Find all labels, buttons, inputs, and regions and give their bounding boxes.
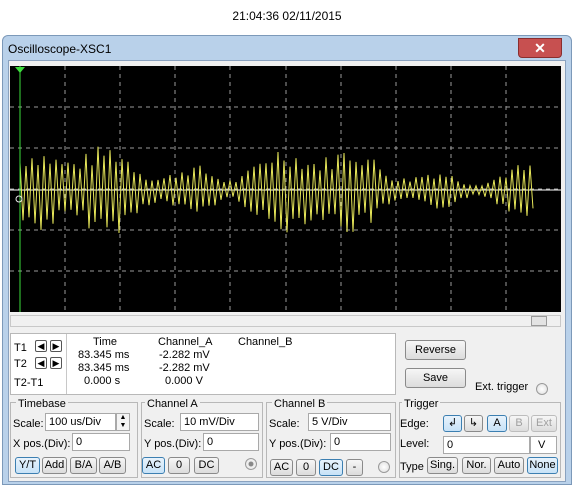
channel-b-ac-button[interactable]: AC bbox=[270, 459, 293, 476]
save-button[interactable]: Save bbox=[405, 368, 466, 388]
time-scrollbar[interactable] bbox=[10, 315, 561, 327]
header-channel-a: Channel_A bbox=[158, 336, 213, 348]
channel-b-ypos-label: Y pos.(Div): bbox=[269, 438, 327, 450]
t1-time: 83.345 ms bbox=[78, 349, 130, 361]
trigger-type-normal-button[interactable]: Nor. bbox=[462, 457, 491, 474]
trigger-type-single-button[interactable]: Sing. bbox=[427, 457, 458, 474]
t2-time: 83.345 ms bbox=[78, 362, 130, 374]
channel-a-ypos-field[interactable]: 0 bbox=[203, 433, 259, 451]
channel-b-invert-button[interactable]: - bbox=[346, 459, 363, 476]
channel-a-scale-field[interactable]: 10 mV/Div bbox=[180, 413, 259, 431]
t2-left-arrow-icon[interactable]: ◀ bbox=[35, 357, 47, 369]
channel-a-ypos-label: Y pos.(Div): bbox=[144, 438, 202, 450]
timebase-title: Timebase bbox=[16, 398, 68, 410]
channel-a-terminal-icon[interactable] bbox=[245, 458, 257, 470]
close-button[interactable]: ✕ bbox=[518, 38, 562, 58]
trigger-source-ext-button[interactable]: Ext bbox=[531, 415, 557, 432]
t2-t1-channel-a: 0.000 V bbox=[165, 375, 203, 387]
falling-edge-icon[interactable]: ↳ bbox=[464, 415, 483, 432]
header-channel-b: Channel_B bbox=[238, 336, 293, 348]
trigger-type-none-button[interactable]: None bbox=[527, 457, 558, 474]
channel-a-ac-button[interactable]: AC bbox=[142, 457, 165, 474]
ext-trigger-terminal[interactable] bbox=[536, 383, 548, 395]
t1-right-arrow-icon[interactable]: ▶ bbox=[50, 340, 62, 352]
trigger-title: Trigger bbox=[402, 398, 441, 410]
channel-a-title: Channel A bbox=[145, 398, 200, 410]
channel-b-scale-field[interactable]: 5 V/Div bbox=[308, 413, 391, 431]
mode-ba-button[interactable]: B/A bbox=[70, 457, 97, 474]
cursor-t1-marker bbox=[15, 67, 25, 73]
timebase-scale-label: Scale: bbox=[13, 418, 44, 430]
channel-a-marker bbox=[15, 195, 23, 203]
channel-b-title: Channel B bbox=[272, 398, 328, 410]
trigger-edge-label: Edge: bbox=[400, 418, 429, 430]
channel-b-ypos-field[interactable]: 0 bbox=[330, 433, 391, 451]
channel-b-dc-button[interactable]: DC bbox=[319, 459, 343, 476]
t1-channel-a: -2.282 mV bbox=[159, 349, 210, 361]
channel-b-scale-label: Scale: bbox=[269, 418, 300, 430]
readout-separator bbox=[66, 334, 67, 394]
trigger-source-a-button[interactable]: A bbox=[487, 415, 507, 432]
trigger-type-auto-button[interactable]: Auto bbox=[494, 457, 524, 474]
oscilloscope-screen bbox=[10, 66, 561, 312]
channel-b-zero-button[interactable]: 0 bbox=[296, 459, 316, 476]
timestamp: 21:04:36 02/11/2015 bbox=[232, 9, 342, 23]
trigger-source-b-button[interactable]: B bbox=[509, 415, 529, 432]
time-scrollbar-thumb[interactable] bbox=[531, 316, 547, 326]
channel-b-terminal-icon[interactable] bbox=[378, 461, 390, 473]
trigger-level-unit[interactable]: V bbox=[530, 436, 557, 454]
t1-left-arrow-icon[interactable]: ◀ bbox=[35, 340, 47, 352]
channel-a-dc-button[interactable]: DC bbox=[194, 457, 219, 474]
mode-yt-button[interactable]: Y/T bbox=[15, 457, 40, 474]
ext-trigger-label: Ext. trigger bbox=[475, 381, 529, 393]
header-time: Time bbox=[93, 336, 118, 348]
t2-t1-time: 0.000 s bbox=[84, 375, 121, 387]
row-label-t1: T1 bbox=[14, 342, 27, 354]
channel-a-zero-button[interactable]: 0 bbox=[168, 457, 190, 474]
trigger-level-field[interactable]: 0 bbox=[443, 436, 530, 454]
t2-channel-a: -2.282 mV bbox=[159, 362, 210, 374]
timebase-xpos-label: X pos.(Div): bbox=[13, 438, 71, 450]
channel-a-scale-label: Scale: bbox=[144, 418, 175, 430]
mode-add-button[interactable]: Add bbox=[42, 457, 67, 474]
row-label-t2-t1: T2-T1 bbox=[14, 377, 44, 389]
rising-edge-icon[interactable]: ↲ bbox=[443, 415, 462, 432]
mode-ab-button[interactable]: A/B bbox=[99, 457, 126, 474]
trigger-level-label: Level: bbox=[400, 438, 430, 450]
window-title: Oscilloscope-XSC1 bbox=[8, 42, 112, 56]
timebase-scale-field[interactable]: 100 us/Div bbox=[45, 413, 116, 431]
row-label-t2: T2 bbox=[14, 358, 27, 370]
timebase-scale-spinner[interactable]: ▲ ▼ bbox=[116, 413, 130, 431]
t2-right-arrow-icon[interactable]: ▶ bbox=[50, 357, 62, 369]
trigger-type-label: Type bbox=[400, 461, 424, 473]
reverse-button[interactable]: Reverse bbox=[405, 340, 466, 360]
timebase-xpos-field[interactable]: 0 bbox=[72, 433, 130, 451]
